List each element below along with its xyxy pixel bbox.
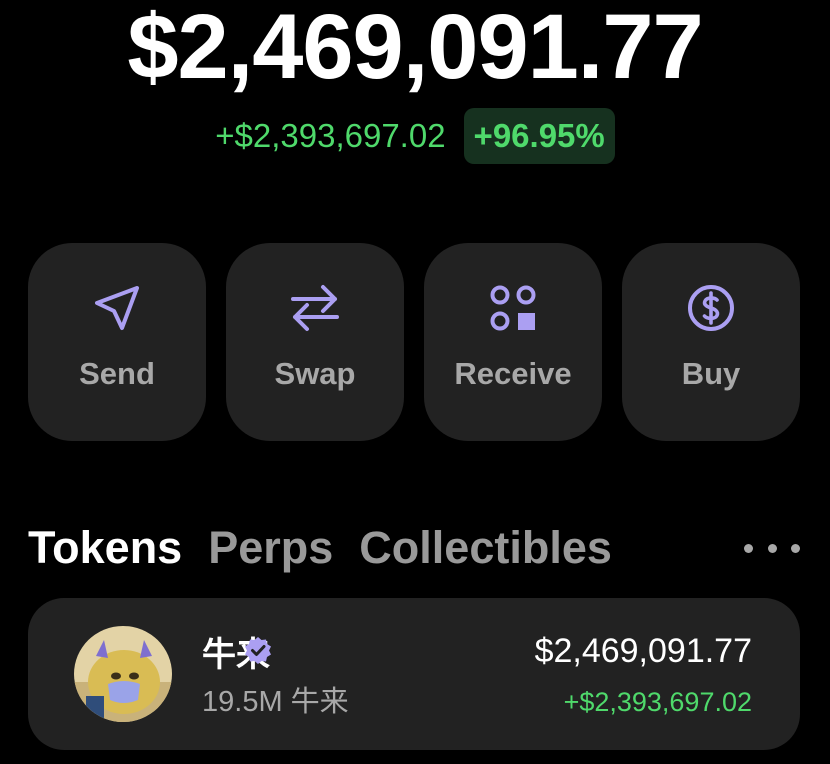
receive-label: Receive (454, 356, 572, 391)
send-button[interactable]: Send (28, 243, 206, 441)
portfolio-change-percent-badge: +96.95% (463, 108, 615, 164)
portfolio-change-amount: +$2,393,697.02 (215, 117, 446, 154)
tab-perps[interactable]: Perps (208, 522, 333, 574)
buy-button[interactable]: Buy (622, 243, 800, 441)
asset-tabs: Tokens Perps Collectibles (28, 516, 800, 580)
token-value: $2,469,091.77 (534, 632, 752, 670)
token-avatar (74, 626, 172, 722)
send-label: Send (79, 356, 155, 391)
receive-icon (487, 282, 539, 334)
token-name-wrap: 牛来 (202, 628, 271, 674)
token-quantity: 19.5M 牛来 (202, 686, 349, 718)
portfolio-change-row: +$2,393,697.02 +96.95% (0, 108, 830, 164)
swap-button[interactable]: Swap (226, 243, 404, 441)
token-row[interactable]: 牛来 19.5M 牛来 $2,469,091.77 +$2,393,697.02 (28, 598, 800, 750)
verified-badge-icon (245, 637, 271, 664)
swap-label: Swap (274, 356, 356, 391)
buy-label: Buy (681, 356, 741, 391)
token-change: +$2,393,697.02 (563, 687, 752, 717)
receive-button[interactable]: Receive (424, 243, 602, 441)
action-buttons: Send Swap Receive Buy (28, 243, 800, 441)
tab-collectibles[interactable]: Collectibles (359, 522, 612, 574)
portfolio-balance: $2,469,091.77 (127, 0, 703, 98)
more-options-icon[interactable] (744, 534, 800, 562)
send-icon (91, 282, 143, 334)
buy-icon (685, 282, 737, 334)
swap-icon (289, 282, 341, 334)
tab-tokens[interactable]: Tokens (28, 522, 182, 574)
